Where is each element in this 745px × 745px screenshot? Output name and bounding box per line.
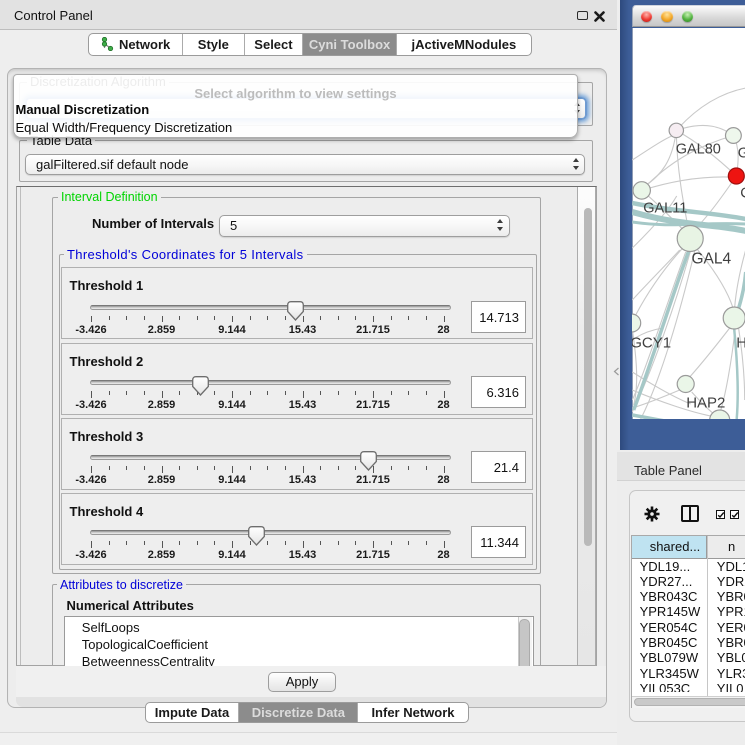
svg-text:GA: GA	[737, 146, 745, 162]
svg-text:CY: CY	[740, 186, 745, 202]
svg-text:GCY1: GCY1	[632, 335, 671, 352]
svg-text:HAP2: HAP2	[686, 395, 725, 412]
svg-text:GAL80: GAL80	[675, 142, 720, 158]
svg-text:GAL4: GAL4	[691, 251, 731, 268]
svg-text:HI: HI	[736, 335, 745, 352]
svg-text:GAL11: GAL11	[643, 201, 687, 217]
